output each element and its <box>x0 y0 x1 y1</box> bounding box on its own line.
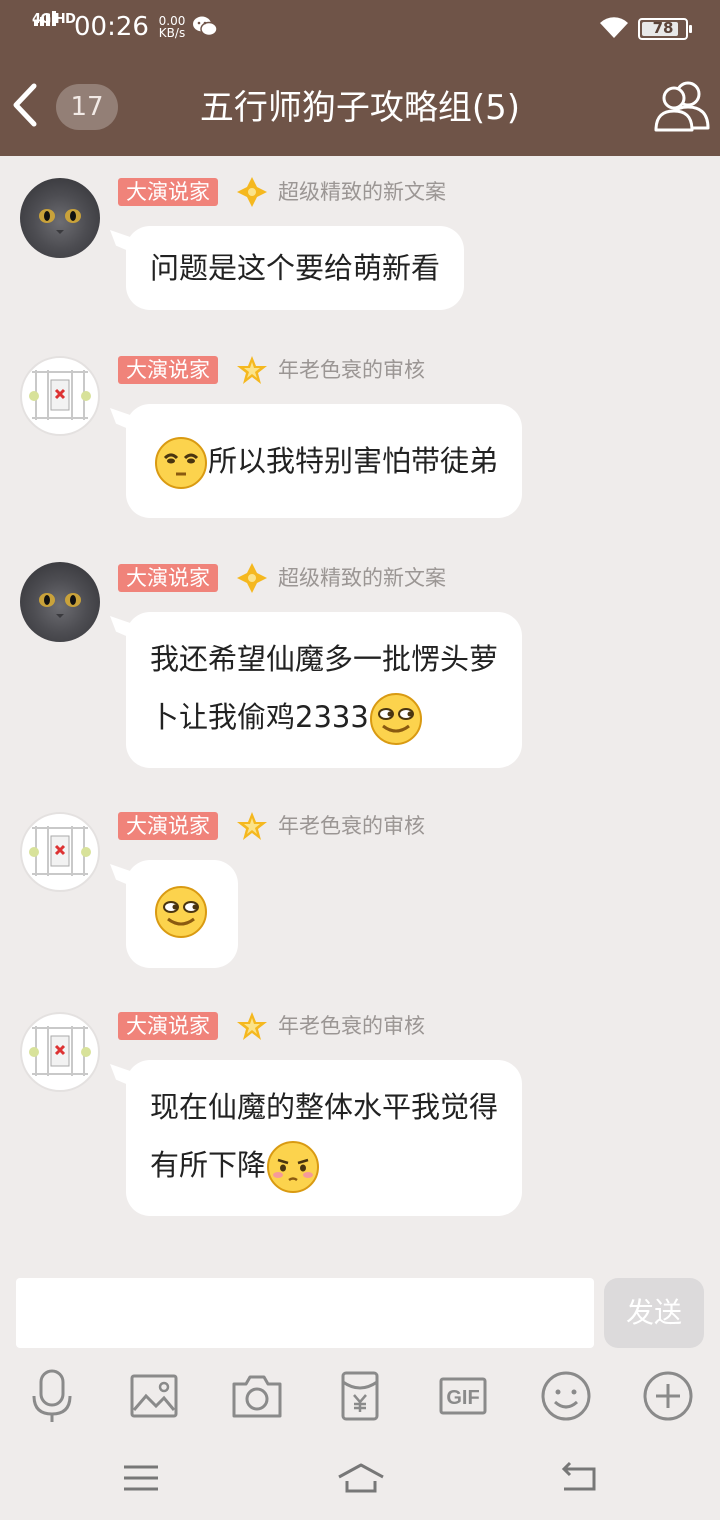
emoji-icon[interactable] <box>538 1368 594 1424</box>
message-bubble[interactable]: 现在仙魔的整体水平我觉得 有所下降 <box>126 1060 523 1216</box>
message-line: 卜让我偷鸡2333 <box>150 688 498 746</box>
wechat-icon <box>193 16 218 37</box>
message-text: 我还希望仙魔多一批愣头萝 <box>150 642 499 676</box>
message-text: 所以我特别害怕带徒弟 <box>208 444 499 478</box>
message-input[interactable] <box>16 1278 594 1348</box>
member-title: 年老色衰的审核 <box>278 358 425 382</box>
level-tag: 大演说家 <box>118 564 218 592</box>
shy-face-icon <box>267 1141 320 1193</box>
speed-unit: KB/s <box>158 26 186 40</box>
plus-icon[interactable] <box>640 1368 696 1424</box>
image-icon[interactable] <box>126 1368 182 1424</box>
message-text: 现在仙魔的整体水平我觉得 <box>150 1090 499 1124</box>
smirk-face-icon <box>155 886 207 938</box>
battery-icon: 78 <box>638 18 692 40</box>
avatar[interactable] <box>20 812 100 892</box>
message-text: 卜让我偷鸡2333 <box>150 700 369 734</box>
microphone-icon[interactable] <box>24 1368 80 1424</box>
star-badge-icon <box>237 812 267 840</box>
gif-icon[interactable]: GIF <box>435 1368 491 1424</box>
page-title: 五行师狗子攻略组(5) <box>199 88 521 128</box>
message-bubble[interactable]: 我还希望仙魔多一批愣头萝 卜让我偷鸡2333 <box>126 612 523 768</box>
diamond-badge-icon <box>237 563 267 593</box>
avatar[interactable] <box>20 1012 100 1092</box>
message-bubble[interactable]: 所以我特别害怕带徒弟 <box>126 404 523 518</box>
back-icon[interactable] <box>556 1455 602 1501</box>
svg-text:GIF: GIF <box>446 1387 479 1409</box>
wifi-icon <box>600 17 628 38</box>
battery-level: 78 <box>652 19 674 37</box>
message-bubble[interactable] <box>126 860 238 968</box>
member-title: 年老色衰的审核 <box>278 1014 425 1038</box>
star-badge-icon <box>237 1012 267 1040</box>
top-bar: 4G HD 00:26 0.00 KB/s 78 17 五行师狗子攻略组(5) <box>0 0 720 156</box>
member-title: 超级精致的新文案 <box>278 180 446 204</box>
message-text: 问题是这个要给萌新看 <box>150 251 441 285</box>
member-title: 年老色衰的审核 <box>278 814 425 838</box>
message-text: 有所下降 <box>150 1148 267 1182</box>
diamond-badge-icon <box>237 177 267 207</box>
message-bubble[interactable]: 问题是这个要给萌新看 <box>126 226 465 310</box>
chevron-left-icon[interactable] <box>8 80 44 130</box>
send-button[interactable]: 发送 <box>604 1278 704 1348</box>
status-time: 00:26 <box>74 12 149 42</box>
avatar[interactable] <box>20 356 100 436</box>
unread-count-badge[interactable]: 17 <box>56 84 118 130</box>
red-packet-icon[interactable] <box>332 1368 388 1424</box>
star-badge-icon <box>237 356 267 384</box>
camera-icon[interactable] <box>229 1368 285 1424</box>
smirk-face-icon <box>369 693 422 745</box>
message-line: 有所下降 <box>150 1136 498 1194</box>
status-bar: 4G HD 00:26 0.00 KB/s 78 <box>0 0 720 58</box>
menu-icon[interactable] <box>118 1455 164 1501</box>
group-members-icon[interactable] <box>652 76 712 136</box>
level-tag: 大演说家 <box>118 178 218 206</box>
home-icon[interactable] <box>336 1455 386 1501</box>
network-speed: 0.00 KB/s <box>155 15 189 39</box>
avatar[interactable] <box>20 178 100 258</box>
message-line: 所以我特别害怕带徒弟 <box>154 432 498 490</box>
sleepy-face-icon <box>155 437 207 489</box>
level-tag: 大演说家 <box>118 356 218 384</box>
avatar[interactable] <box>20 562 100 642</box>
level-tag: 大演说家 <box>118 1012 218 1040</box>
member-title: 超级精致的新文案 <box>278 566 446 590</box>
level-tag: 大演说家 <box>118 812 218 840</box>
